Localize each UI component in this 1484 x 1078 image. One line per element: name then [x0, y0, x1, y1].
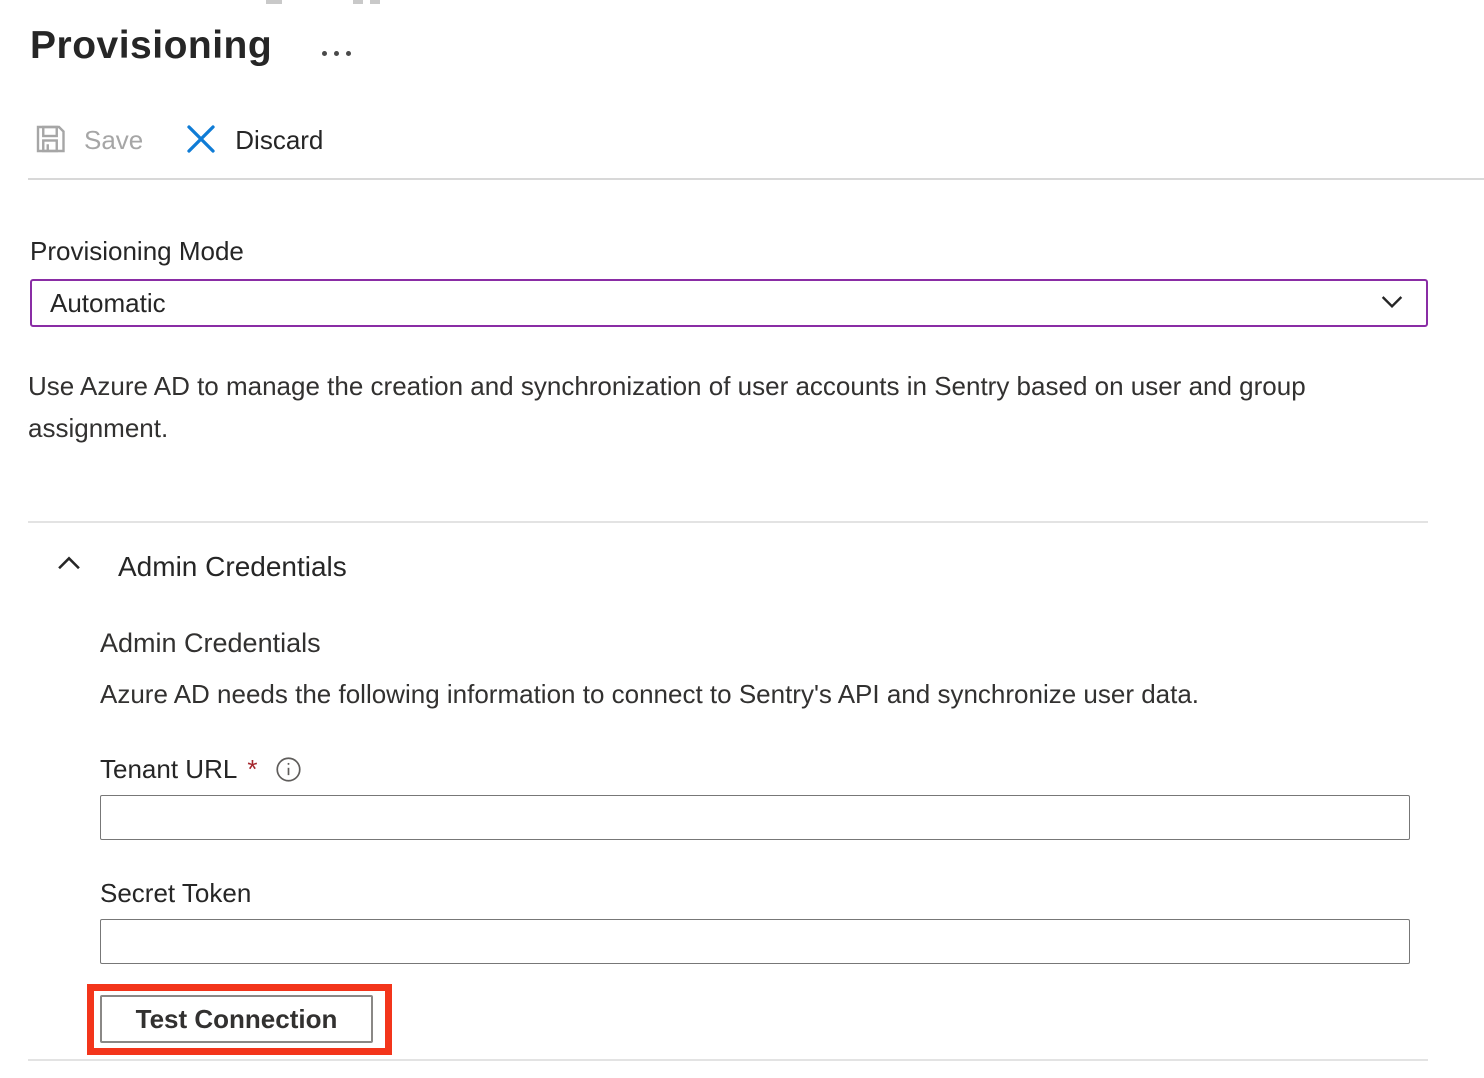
test-connection-button[interactable]: Test Connection [100, 995, 373, 1043]
chevron-down-icon [1376, 285, 1408, 322]
discard-x-icon [183, 121, 219, 160]
chevron-up-icon [52, 547, 86, 586]
discard-button[interactable]: Discard [183, 121, 323, 160]
secret-token-label-row: Secret Token [100, 878, 1410, 909]
admin-credentials-description: Azure AD needs the following information… [100, 679, 1410, 710]
info-icon[interactable] [275, 756, 302, 783]
command-toolbar: Save Discard [32, 118, 1484, 162]
required-asterisk: * [247, 754, 257, 785]
provisioning-mode-label: Provisioning Mode [30, 236, 1484, 267]
section-divider [28, 521, 1428, 523]
save-button[interactable]: Save [32, 121, 143, 160]
admin-credentials-body: Admin Credentials Azure AD needs the fol… [100, 628, 1410, 1055]
toolbar-divider [28, 178, 1484, 180]
discard-label: Discard [235, 125, 323, 156]
tenant-url-label: Tenant URL [100, 754, 237, 785]
clipped-text-artifact [266, 0, 282, 4]
provisioning-mode-dropdown[interactable]: Automatic [30, 279, 1428, 327]
admin-credentials-section-title: Admin Credentials [118, 551, 347, 583]
provisioning-page: Provisioning Save Discard [0, 0, 1484, 1078]
red-annotation-highlight: Test Connection [87, 984, 392, 1055]
admin-credentials-subtitle: Admin Credentials [100, 628, 1410, 659]
admin-credentials-section-toggle[interactable]: Admin Credentials [52, 547, 1484, 586]
provisioning-mode-value: Automatic [50, 288, 1376, 319]
secret-token-input[interactable] [100, 919, 1410, 964]
save-label: Save [84, 125, 143, 156]
bottom-divider [28, 1059, 1428, 1061]
clipped-text-artifact [370, 0, 380, 4]
provisioning-mode-description: Use Azure AD to manage the creation and … [28, 365, 1334, 449]
tenant-url-label-row: Tenant URL * [100, 754, 1410, 785]
title-row: Provisioning [0, 0, 1484, 68]
tenant-url-input[interactable] [100, 795, 1410, 840]
clipped-text-artifact [353, 0, 363, 4]
page-title: Provisioning [30, 24, 272, 68]
more-options-icon[interactable] [322, 51, 351, 56]
save-icon [32, 121, 68, 160]
secret-token-label: Secret Token [100, 878, 251, 909]
